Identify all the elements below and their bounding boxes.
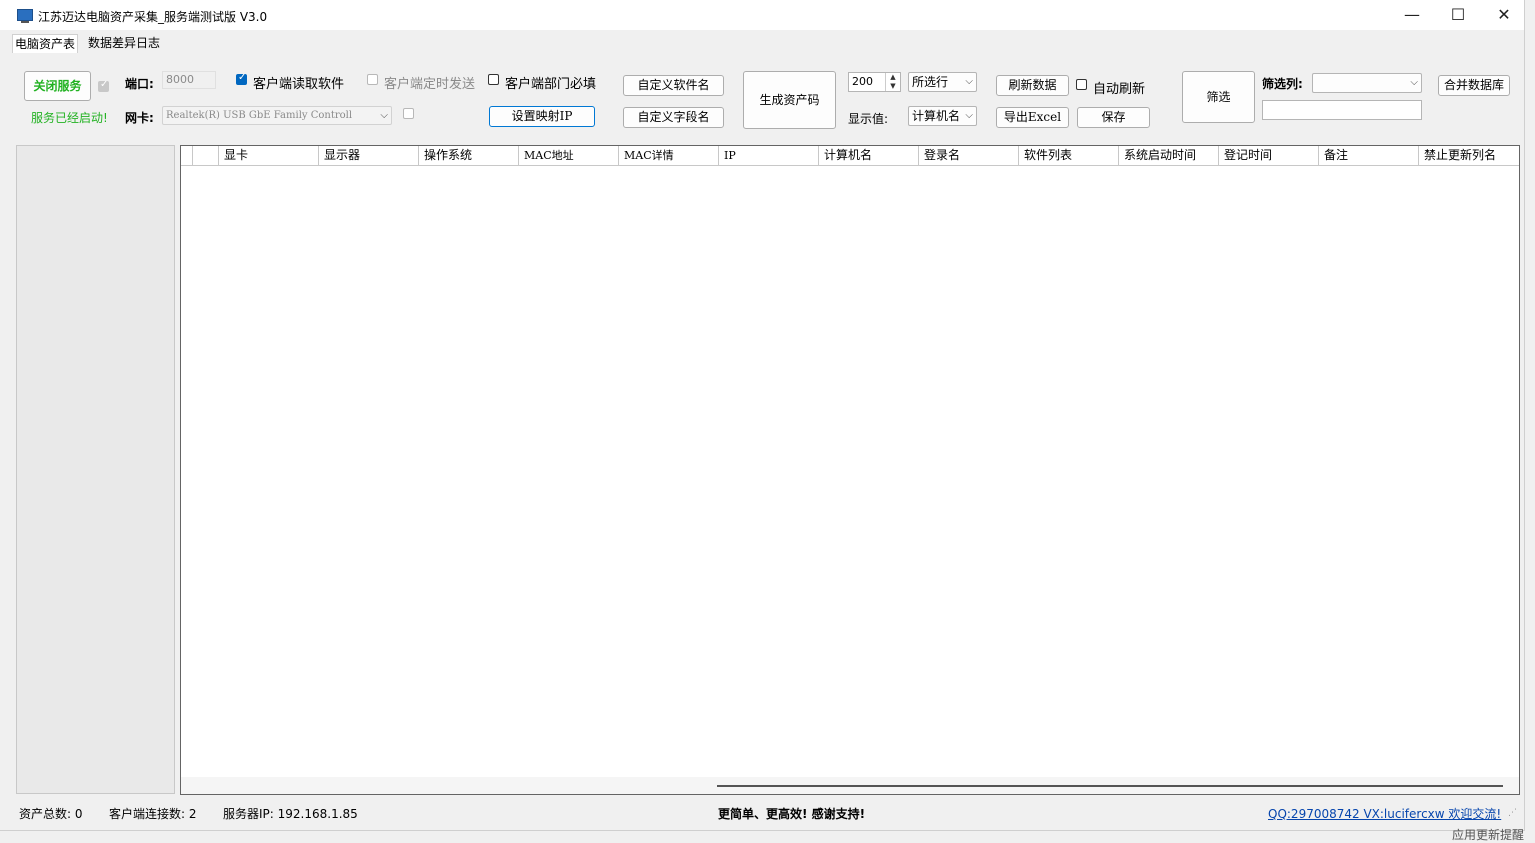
grid-header-cell[interactable]: 操作系统	[419, 146, 519, 165]
minimize-button[interactable]: —	[1389, 0, 1435, 30]
chevron-down-icon: ⌵	[963, 107, 973, 125]
client-connections-text: 客户端连接数: 2	[109, 807, 197, 821]
app-monitor-icon	[17, 9, 33, 23]
title-bar[interactable]: 江苏迈达电脑资产采集_服务端测试版 V3.0 — ☐ ✕	[0, 0, 1524, 30]
grid-header: 显卡 显示器 操作系统 MAC地址 MAC详情 IP 计算机名 登录名 软件列表…	[181, 146, 1519, 166]
asset-total-text: 资产总数: 0	[19, 807, 83, 821]
grid-header-cell[interactable]: 显卡	[219, 146, 319, 165]
display-value-select[interactable]: 计算机名 ⌵	[908, 106, 977, 126]
custom-software-name-button[interactable]: 自定义软件名	[623, 75, 724, 96]
main-window: 江苏迈达电脑资产采集_服务端测试版 V3.0 — ☐ ✕ 电脑资产表 数据差异日…	[0, 0, 1525, 831]
chevron-down-icon: ⌵	[965, 76, 973, 87]
filter-column-label: 筛选列:	[1262, 77, 1303, 91]
status-bar: 资产总数: 0 客户端连接数: 2 服务器IP: 192.168.1.85 更简…	[10, 800, 1523, 824]
nic-label: 网卡:	[125, 111, 154, 125]
display-value-label: 显示值:	[848, 112, 889, 126]
horizontal-scrollbar[interactable]	[181, 777, 1519, 794]
filter-button[interactable]: 筛选	[1182, 71, 1255, 123]
grid-header-cell[interactable]: IP	[719, 146, 819, 165]
stepper-arrows-icon[interactable]: ▲ ▼	[885, 73, 900, 91]
rows-stepper[interactable]: 200 ▲ ▼	[848, 72, 901, 92]
display-value-select-value: 计算机名	[912, 109, 961, 123]
left-tree-pane[interactable]	[16, 145, 175, 794]
resize-grip-icon[interactable]: ⋰	[1508, 808, 1517, 818]
scrollbar-thumb[interactable]	[717, 785, 1503, 787]
port-input[interactable]: 8000	[162, 71, 216, 89]
refresh-data-button[interactable]: 刷新数据	[996, 75, 1069, 96]
grid-header-cell[interactable]	[181, 146, 193, 165]
grid-header-cell[interactable]: 登记时间	[1219, 146, 1319, 165]
chevron-down-icon: ⌵	[380, 110, 388, 121]
merge-database-button[interactable]: 合并数据库	[1438, 75, 1510, 96]
save-button[interactable]: 保存	[1077, 107, 1150, 128]
custom-field-name-button[interactable]: 自定义字段名	[623, 107, 724, 128]
tab-diff-log[interactable]: 数据差异日志	[86, 34, 162, 52]
filter-text-input[interactable]	[1262, 100, 1422, 120]
set-mapping-ip-button[interactable]: 设置映射IP	[489, 106, 595, 127]
export-excel-button[interactable]: 导出Excel	[996, 107, 1069, 128]
rows-stepper-value: 200	[852, 75, 873, 88]
chevron-down-icon: ⌵	[1410, 77, 1418, 88]
client-timed-send-checkbox[interactable]	[367, 74, 378, 85]
service-checkbox[interactable]	[98, 79, 109, 92]
grid-header-cell[interactable]: 软件列表	[1019, 146, 1119, 165]
grid-header-cell[interactable]: 系统启动时间	[1119, 146, 1219, 165]
window-title: 江苏迈达电脑资产采集_服务端测试版 V3.0	[38, 10, 268, 24]
tab-asset-table[interactable]: 电脑资产表	[12, 34, 79, 53]
nic-select-value: Realtek(R) USB GbE Family Controll	[166, 110, 353, 121]
background-window-text: 应用更新提醒	[1452, 828, 1525, 842]
grid-header-cell[interactable]: 显示器	[319, 146, 419, 165]
service-status-text: 服务已经启动!	[31, 111, 108, 125]
filter-column-select[interactable]: ⌵	[1312, 73, 1422, 93]
client-dept-required-label: 客户端部门必填	[505, 77, 597, 92]
tab-strip	[0, 30, 1524, 54]
port-label: 端口:	[125, 77, 154, 91]
close-button[interactable]: ✕	[1481, 0, 1527, 30]
grid-header-cell[interactable]: 禁止更新列名	[1419, 146, 1519, 165]
row-scope-select[interactable]: 所选行 ⌵	[908, 72, 977, 92]
maximize-button[interactable]: ☐	[1435, 0, 1481, 30]
row-scope-select-value: 所选行	[912, 75, 949, 89]
slogan-text: 更简单、更高效! 感谢支持!	[718, 807, 866, 821]
close-service-button[interactable]: 关闭服务	[24, 71, 91, 101]
nic-checkbox[interactable]	[403, 108, 414, 119]
server-ip-text: 服务器IP: 192.168.1.85	[223, 807, 358, 821]
client-timed-send-label: 客户端定时发送	[384, 77, 476, 92]
grid-header-cell[interactable]: 计算机名	[819, 146, 919, 165]
grid-header-cell[interactable]: MAC详情	[619, 146, 719, 165]
nic-select[interactable]: Realtek(R) USB GbE Family Controll ⌵	[162, 106, 392, 125]
generate-asset-code-button[interactable]: 生成资产码	[743, 71, 836, 129]
client-read-software-label: 客户端读取软件	[253, 77, 345, 92]
asset-data-grid[interactable]: 显卡 显示器 操作系统 MAC地址 MAC详情 IP 计算机名 登录名 软件列表…	[180, 145, 1520, 795]
auto-refresh-label: 自动刷新	[1093, 82, 1146, 97]
grid-header-cell[interactable]: 备注	[1319, 146, 1419, 165]
client-dept-required-checkbox[interactable]	[488, 74, 499, 85]
grid-header-cell[interactable]: 登录名	[919, 146, 1019, 165]
contact-link[interactable]: QQ:297008742 VX:lucifercxw 欢迎交流!	[1268, 805, 1501, 822]
auto-refresh-checkbox[interactable]	[1076, 79, 1087, 90]
grid-row-header-corner[interactable]	[193, 146, 219, 165]
grid-header-cell[interactable]: MAC地址	[519, 146, 619, 165]
client-read-software-checkbox[interactable]	[236, 72, 247, 85]
